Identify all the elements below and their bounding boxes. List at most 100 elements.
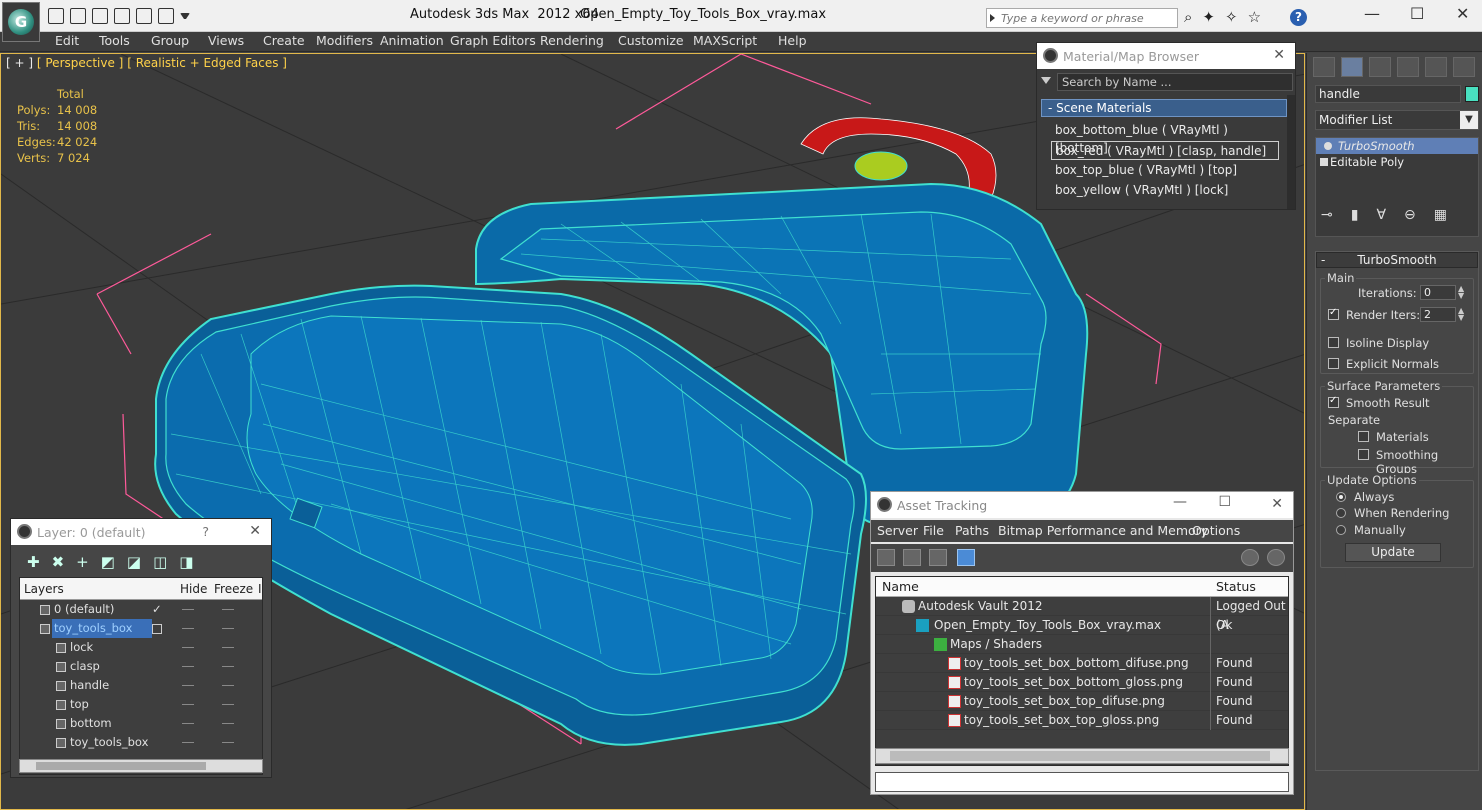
scrollbar-thumb[interactable] <box>890 751 1270 761</box>
hide-toggle[interactable] <box>182 609 194 610</box>
maximize-button[interactable]: ☐ <box>1410 4 1424 23</box>
asset-row[interactable]: Autodesk Vault 2012 Logged Out (A <box>876 597 1288 632</box>
hide-toggle[interactable] <box>182 685 194 686</box>
freeze-toggle[interactable] <box>222 704 234 705</box>
layer-horizontal-scrollbar[interactable] <box>19 759 263 773</box>
asset-menu-paths[interactable]: Paths <box>955 523 989 538</box>
separate-materials-checkbox[interactable] <box>1358 431 1369 442</box>
new-file-icon[interactable] <box>48 8 64 24</box>
hide-toggle[interactable] <box>182 647 194 648</box>
asset-close-button[interactable]: ✕ <box>1271 496 1283 512</box>
spinner-arrows-icon[interactable]: ▲ ▼ <box>1458 285 1467 300</box>
close-button[interactable]: ✕ <box>1456 4 1469 23</box>
freeze-toggle[interactable] <box>222 685 234 686</box>
motion-tab-icon[interactable] <box>1397 57 1419 77</box>
menu-modifiers[interactable]: Modifiers <box>316 33 373 48</box>
add-to-layer-icon[interactable]: + <box>76 553 89 571</box>
asset-tracking-titlebar[interactable]: Asset Tracking — ☐ ✕ <box>871 492 1293 518</box>
highlight-layer-icon[interactable]: ◪ <box>127 553 141 571</box>
help-question-icon[interactable] <box>1241 549 1259 566</box>
hide-toggle[interactable] <box>182 723 194 724</box>
freeze-toggle[interactable] <box>222 666 234 667</box>
binoculars-icon[interactable]: ⌕ <box>1184 8 1192 26</box>
isoline-display-checkbox[interactable] <box>1328 337 1339 348</box>
chevron-down-icon[interactable]: ▼ <box>1460 111 1478 129</box>
set-current-icon[interactable] <box>152 624 162 634</box>
layer-panel-titlebar[interactable]: Layer: 0 (default) ? ✕ <box>11 519 271 545</box>
asset-menu-file[interactable]: File <box>923 523 944 538</box>
menu-views[interactable]: Views <box>208 33 244 48</box>
undo-icon[interactable] <box>114 8 130 24</box>
material-item[interactable]: box_yellow ( VRayMtl ) [lock] <box>1051 181 1279 200</box>
open-file-icon[interactable] <box>70 8 86 24</box>
make-unique-icon[interactable]: ∀ <box>1376 207 1386 223</box>
table-view-icon[interactable] <box>929 549 947 566</box>
update-when-rendering-radio[interactable] <box>1336 508 1346 518</box>
smooth-result-checkbox[interactable] <box>1328 395 1339 408</box>
column-freeze[interactable]: Freeze <box>214 582 253 596</box>
menu-customize[interactable]: Customize <box>618 33 684 48</box>
spinner-arrows-icon[interactable]: ▲ ▼ <box>1458 307 1467 322</box>
hide-toggle[interactable] <box>182 628 194 629</box>
layer-row[interactable]: 0 (default) ✓ <box>20 600 262 619</box>
layer-object-row[interactable]: top <box>20 695 262 714</box>
viewport-shading-label[interactable]: [ Realistic + Edged Faces ] <box>127 56 287 70</box>
column-hide[interactable]: Hide <box>180 582 207 596</box>
help-icon[interactable]: ? <box>1290 9 1307 26</box>
turbosmooth-rollout-header[interactable]: - TurboSmooth <box>1316 252 1478 268</box>
menu-create[interactable]: Create <box>263 33 305 48</box>
material-search-input[interactable]: Search by Name ... <box>1057 73 1293 91</box>
object-color-swatch[interactable] <box>1465 86 1479 102</box>
material-item[interactable]: box_bottom_blue ( VRayMtl ) [bottom] <box>1051 121 1279 155</box>
menu-rendering[interactable]: Rendering <box>540 33 604 48</box>
viewport-pov-label[interactable]: [ Perspective ] <box>37 56 124 70</box>
configure-sets-icon[interactable]: ▦ <box>1434 207 1447 223</box>
show-end-result-icon[interactable]: ▮ <box>1351 207 1359 223</box>
freeze-unfreeze-all-icon[interactable]: ◨ <box>179 553 193 571</box>
asset-row[interactable]: Open_Empty_Toy_Tools_Box_vray.max Ok <box>876 616 1288 635</box>
keyword-search-input[interactable] <box>987 9 1177 27</box>
render-iters-spinner[interactable]: 2 <box>1420 307 1456 322</box>
material-item[interactable]: box_top_blue ( VRayMtl ) [top] <box>1051 161 1279 180</box>
modifier-list-dropdown[interactable]: Modifier List ▼ <box>1315 110 1479 130</box>
scrollbar-thumb[interactable] <box>36 762 206 770</box>
utilities-tab-icon[interactable] <box>1453 57 1475 77</box>
menu-edit[interactable]: Edit <box>55 33 79 48</box>
layer-object-row[interactable]: toy_tools_box <box>20 733 262 752</box>
hide-toggle[interactable] <box>182 704 194 705</box>
menu-maxscript[interactable]: MAXScript <box>693 33 757 48</box>
asset-maximize-button[interactable]: ☐ <box>1218 494 1231 510</box>
column-name[interactable]: Name <box>882 579 919 594</box>
hide-toggle[interactable] <box>182 666 194 667</box>
stack-item-editable-poly[interactable]: Editable Poly <box>1316 154 1478 170</box>
grid-view-icon[interactable] <box>957 549 975 566</box>
asset-row[interactable]: toy_tools_set_box_bottom_difuse.png Found <box>876 654 1288 673</box>
layer-object-row[interactable]: handle <box>20 676 262 695</box>
menu-animation[interactable]: Animation <box>380 33 444 48</box>
hide-toggle[interactable] <box>182 742 194 743</box>
layer-panel-help-button[interactable]: ? <box>202 524 209 539</box>
freeze-toggle[interactable] <box>222 609 234 610</box>
layer-panel-close-button[interactable]: ✕ <box>249 523 261 539</box>
freeze-toggle[interactable] <box>222 628 234 629</box>
delete-layer-icon[interactable]: ✖ <box>52 553 65 571</box>
layer-object-row[interactable]: clasp <box>20 657 262 676</box>
column-layers[interactable]: Layers <box>24 582 64 596</box>
layer-object-row[interactable]: lock <box>20 638 262 657</box>
separate-smoothing-groups-checkbox[interactable] <box>1358 449 1369 460</box>
asset-minimize-button[interactable]: — <box>1173 494 1187 510</box>
freeze-toggle[interactable] <box>222 723 234 724</box>
display-tab-icon[interactable] <box>1425 57 1447 77</box>
refresh-icon[interactable] <box>877 549 895 566</box>
pin-stack-icon[interactable]: ⊸ <box>1321 207 1333 223</box>
asset-menu-bitmap-performance[interactable]: Bitmap Performance and Memory <box>998 523 1208 538</box>
asset-menu-server[interactable]: Server <box>877 523 918 538</box>
column-status[interactable]: Status <box>1216 579 1256 594</box>
lightbulb-icon[interactable] <box>1324 142 1332 150</box>
help-extended-icon[interactable] <box>1267 549 1285 566</box>
hide-unhide-all-icon[interactable]: ◫ <box>153 553 167 571</box>
material-browser-scrollbar[interactable] <box>1287 95 1295 209</box>
iterations-spinner[interactable]: 0 <box>1420 285 1456 300</box>
column-extra[interactable]: I <box>258 582 262 596</box>
menu-group[interactable]: Group <box>151 33 189 48</box>
